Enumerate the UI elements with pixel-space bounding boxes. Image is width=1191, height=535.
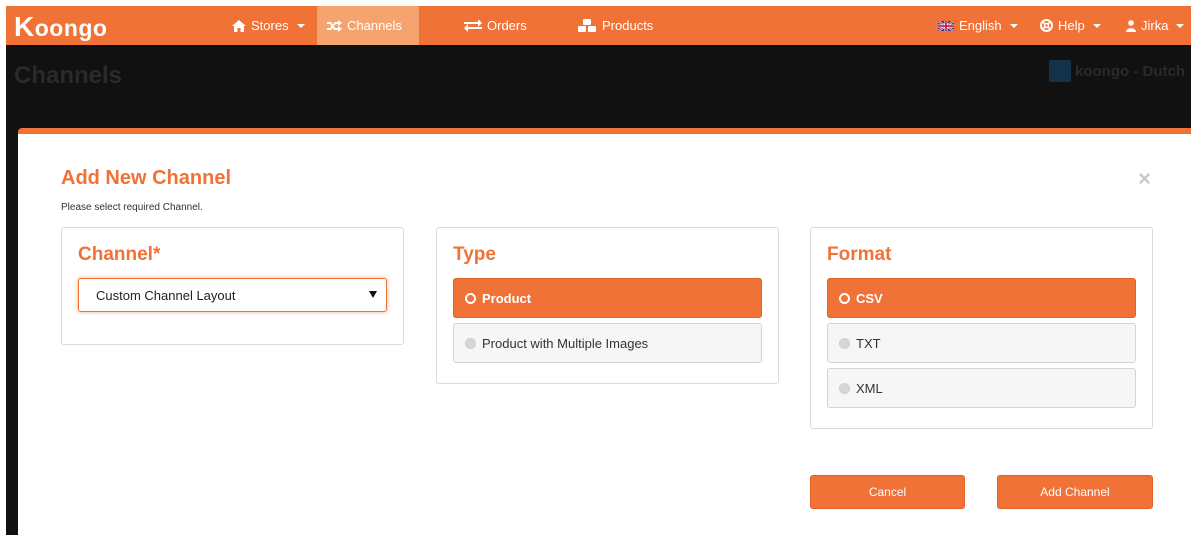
cubes-icon <box>578 18 596 32</box>
format-option-label: XML <box>856 380 883 396</box>
nav-language-label: English <box>959 18 1002 33</box>
nav-user-label: Jirka <box>1141 18 1169 33</box>
exchange-icon <box>464 19 482 32</box>
channel-select-value: Custom Channel Layout <box>96 287 236 303</box>
channel-panel-title: Channel* <box>78 244 161 265</box>
user-icon <box>1126 19 1136 32</box>
dropdown-arrow-icon <box>369 291 377 298</box>
format-option-txt[interactable]: TXT <box>827 323 1136 363</box>
format-option-label: CSV <box>856 290 883 306</box>
format-panel-title: Format <box>827 244 892 265</box>
radio-selected-icon <box>465 292 476 304</box>
format-panel: Format CSV TXT XML <box>810 227 1153 429</box>
chevron-down-icon <box>296 23 305 28</box>
home-icon <box>232 19 246 32</box>
nav-orders[interactable]: Orders <box>454 6 537 45</box>
format-option-csv[interactable]: CSV <box>827 278 1136 318</box>
radio-unselected-icon <box>839 337 850 349</box>
nav-channels[interactable]: Channels <box>317 6 419 45</box>
nav-help[interactable]: Help <box>1030 6 1111 45</box>
close-icon[interactable]: × <box>1138 168 1151 190</box>
type-option-label: Product with Multiple Images <box>482 335 649 351</box>
channel-select[interactable]: Custom Channel Layout <box>78 278 387 312</box>
top-navbar: Koongo Stores Channels Orders Products E… <box>6 6 1191 45</box>
modal-subtitle: Please select required Channel. <box>61 202 203 213</box>
format-option-xml[interactable]: XML <box>827 368 1136 408</box>
nav-language[interactable]: English <box>928 6 1028 45</box>
type-panel: Type Product Product with Multiple Image… <box>436 227 779 384</box>
radio-unselected-icon <box>839 382 850 394</box>
cancel-button[interactable]: Cancel <box>810 475 965 509</box>
store-name: koongo - Dutch <box>1075 62 1185 80</box>
nav-stores-label: Stores <box>251 18 289 33</box>
lifebuoy-icon <box>1040 19 1053 32</box>
type-panel-title: Type <box>453 244 496 265</box>
nav-help-label: Help <box>1058 18 1085 33</box>
store-selector[interactable]: koongo - Dutch <box>1049 60 1185 82</box>
shuffle-icon <box>327 19 342 32</box>
format-option-label: TXT <box>856 335 881 351</box>
add-channel-modal: Add New Channel Please select required C… <box>18 128 1191 535</box>
chevron-down-icon <box>1009 23 1018 28</box>
chevron-down-icon <box>1092 23 1101 28</box>
radio-unselected-icon <box>465 337 476 349</box>
page-title: Channels <box>14 62 123 89</box>
nav-products-label: Products <box>602 18 654 33</box>
store-logo-icon <box>1049 60 1072 82</box>
nav-orders-label: Orders <box>487 18 527 33</box>
nav-stores[interactable]: Stores <box>222 6 315 45</box>
brand-logo[interactable]: Koongo <box>14 11 107 43</box>
type-option-label: Product <box>482 290 532 306</box>
chevron-down-icon <box>1176 23 1185 28</box>
type-option-multiple-images[interactable]: Product with Multiple Images <box>453 323 762 363</box>
nav-products[interactable]: Products <box>567 6 663 45</box>
nav-channels-label: Channels <box>347 18 402 33</box>
channel-panel: Channel* Custom Channel Layout <box>61 227 404 345</box>
uk-flag-icon <box>938 20 954 31</box>
add-channel-button[interactable]: Add Channel <box>997 475 1153 509</box>
nav-user[interactable]: Jirka <box>1116 6 1191 45</box>
radio-selected-icon <box>839 292 850 304</box>
modal-title: Add New Channel <box>61 167 232 189</box>
type-option-product[interactable]: Product <box>453 278 762 318</box>
